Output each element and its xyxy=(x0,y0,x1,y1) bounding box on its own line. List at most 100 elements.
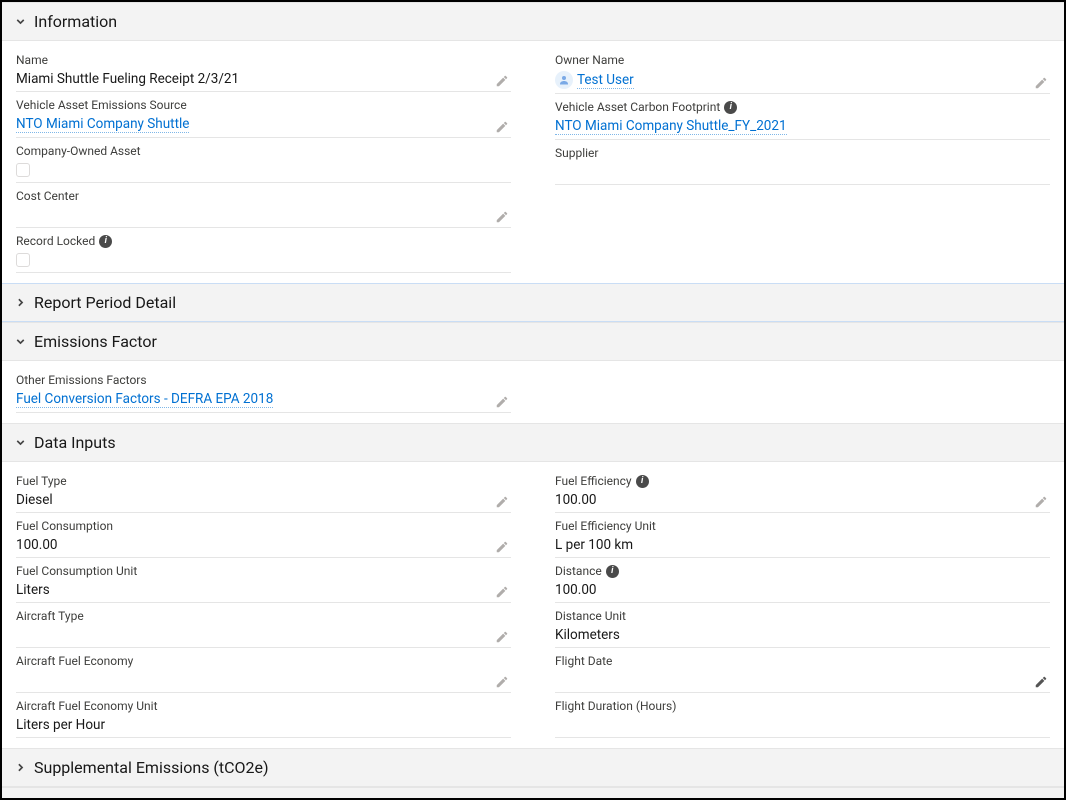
section-body-emissions-factor: Other Emissions Factors Fuel Conversion … xyxy=(2,361,1064,423)
value-cost-center xyxy=(16,205,511,225)
label-carbon-footprint: Vehicle Asset Carbon Footprint xyxy=(555,100,720,114)
label-distance: Distance xyxy=(555,564,602,578)
pencil-icon[interactable] xyxy=(495,675,509,689)
field-fuel-efficiency[interactable]: Fuel Efficiency i 100.00 xyxy=(555,474,1050,513)
link-other-emissions-factors[interactable]: Fuel Conversion Factors - DEFRA EPA 2018 xyxy=(16,391,273,408)
field-fuel-efficiency-unit[interactable]: Fuel Efficiency Unit L per 100 km xyxy=(555,519,1050,558)
value-flight-duration xyxy=(555,715,1050,735)
section-title: Supplemental Emissions (tCO2e) xyxy=(34,758,269,777)
label-fuel-efficiency-unit: Fuel Efficiency Unit xyxy=(555,519,1050,533)
section-title: Report Period Detail xyxy=(34,293,176,312)
pencil-icon[interactable] xyxy=(495,120,509,134)
label-other-emissions-factors: Other Emissions Factors xyxy=(16,373,511,387)
info-left-column: Name Miami Shuttle Fueling Receipt 2/3/2… xyxy=(16,47,511,273)
checkbox-record-locked[interactable] xyxy=(16,253,30,267)
field-aircraft-economy[interactable]: Aircraft Fuel Economy xyxy=(16,654,511,693)
value-supplier xyxy=(555,162,1050,182)
chevron-right-icon xyxy=(12,760,28,776)
field-cost-center[interactable]: Cost Center xyxy=(16,189,511,228)
pencil-icon[interactable] xyxy=(495,74,509,88)
label-supplier: Supplier xyxy=(555,146,1050,160)
field-carbon-footprint[interactable]: Vehicle Asset Carbon Footprint i NTO Mia… xyxy=(555,100,1050,140)
section-title: Data Inputs xyxy=(34,433,116,452)
field-fuel-consumption[interactable]: Fuel Consumption 100.00 xyxy=(16,519,511,558)
chevron-down-icon xyxy=(12,334,28,350)
field-record-locked[interactable]: Record Locked i xyxy=(16,234,511,273)
value-aircraft-economy-unit: Liters per Hour xyxy=(16,715,511,735)
field-company-owned[interactable]: Company-Owned Asset xyxy=(16,144,511,183)
avatar-icon xyxy=(555,71,573,89)
chevron-down-icon xyxy=(12,14,28,30)
value-distance: 100.00 xyxy=(555,580,1050,600)
label-fuel-consumption: Fuel Consumption xyxy=(16,519,511,533)
field-flight-date[interactable]: Flight Date xyxy=(555,654,1050,693)
label-aircraft-economy-unit: Aircraft Fuel Economy Unit xyxy=(16,699,511,713)
link-owner-name[interactable]: Test User xyxy=(577,72,634,89)
record-detail-page: Information Name Miami Shuttle Fueling R… xyxy=(0,0,1066,800)
field-distance[interactable]: Distance i 100.00 xyxy=(555,564,1050,603)
data-inputs-right-column: Fuel Efficiency i 100.00 Fuel Efficiency… xyxy=(555,468,1050,738)
pencil-icon[interactable] xyxy=(1034,495,1048,509)
section-title: Emissions Factor xyxy=(34,332,157,351)
section-header-supplemental[interactable]: Supplemental Emissions (tCO2e) xyxy=(2,748,1064,787)
field-supplier[interactable]: Supplier xyxy=(555,146,1050,185)
label-name: Name xyxy=(16,53,511,67)
label-record-locked: Record Locked xyxy=(16,234,95,248)
field-name[interactable]: Name Miami Shuttle Fueling Receipt 2/3/2… xyxy=(16,53,511,92)
section-header-emissions-factor[interactable]: Emissions Factor xyxy=(2,322,1064,361)
label-vehicle-source: Vehicle Asset Emissions Source xyxy=(16,98,511,112)
field-owner-name[interactable]: Owner Name Test User xyxy=(555,53,1050,94)
value-fuel-type: Diesel xyxy=(16,490,511,510)
field-other-emissions-factors[interactable]: Other Emissions Factors Fuel Conversion … xyxy=(16,373,511,413)
section-body-data-inputs: Fuel Type Diesel Fuel Consumption 100.00… xyxy=(2,462,1064,748)
field-flight-duration[interactable]: Flight Duration (Hours) xyxy=(555,699,1050,738)
section-header-information[interactable]: Information xyxy=(2,2,1064,41)
link-vehicle-source[interactable]: NTO Miami Company Shuttle xyxy=(16,116,189,133)
value-aircraft-economy xyxy=(16,670,511,690)
section-body-information: Name Miami Shuttle Fueling Receipt 2/3/2… xyxy=(2,41,1064,283)
info-icon[interactable]: i xyxy=(99,235,112,248)
field-distance-unit[interactable]: Distance Unit Kilometers xyxy=(555,609,1050,648)
pencil-icon[interactable] xyxy=(495,210,509,224)
label-cost-center: Cost Center xyxy=(16,189,511,203)
checkbox-company-owned[interactable] xyxy=(16,163,30,177)
label-owner-name: Owner Name xyxy=(555,53,1050,67)
label-company-owned: Company-Owned Asset xyxy=(16,144,511,158)
section-header-data-inputs[interactable]: Data Inputs xyxy=(2,423,1064,462)
info-icon[interactable]: i xyxy=(724,101,737,114)
value-name: Miami Shuttle Fueling Receipt 2/3/21 xyxy=(16,69,511,89)
pencil-icon[interactable] xyxy=(495,395,509,409)
value-fuel-consumption: 100.00 xyxy=(16,535,511,555)
section-header-calculated[interactable]: Calculated Fields xyxy=(2,787,1064,800)
field-fuel-type[interactable]: Fuel Type Diesel xyxy=(16,474,511,513)
field-aircraft-type[interactable]: Aircraft Type xyxy=(16,609,511,648)
pencil-icon[interactable] xyxy=(1034,675,1048,689)
value-fuel-efficiency: 100.00 xyxy=(555,490,1050,510)
field-aircraft-economy-unit[interactable]: Aircraft Fuel Economy Unit Liters per Ho… xyxy=(16,699,511,738)
label-fuel-efficiency: Fuel Efficiency xyxy=(555,474,632,488)
info-icon[interactable]: i xyxy=(606,565,619,578)
pencil-icon[interactable] xyxy=(495,540,509,554)
field-fuel-consumption-unit[interactable]: Fuel Consumption Unit Liters xyxy=(16,564,511,603)
data-inputs-left-column: Fuel Type Diesel Fuel Consumption 100.00… xyxy=(16,468,511,738)
value-distance-unit: Kilometers xyxy=(555,625,1050,645)
field-vehicle-source[interactable]: Vehicle Asset Emissions Source NTO Miami… xyxy=(16,98,511,138)
label-flight-duration: Flight Duration (Hours) xyxy=(555,699,1050,713)
value-fuel-efficiency-unit: L per 100 km xyxy=(555,535,1050,555)
section-header-report-period[interactable]: Report Period Detail xyxy=(2,283,1064,322)
value-flight-date xyxy=(555,670,1050,690)
label-fuel-type: Fuel Type xyxy=(16,474,511,488)
label-distance-unit: Distance Unit xyxy=(555,609,1050,623)
value-fuel-consumption-unit: Liters xyxy=(16,580,511,600)
label-aircraft-economy: Aircraft Fuel Economy xyxy=(16,654,511,668)
info-icon[interactable]: i xyxy=(636,475,649,488)
link-carbon-footprint[interactable]: NTO Miami Company Shuttle_FY_2021 xyxy=(555,118,787,135)
info-right-column: Owner Name Test User Vehicle xyxy=(555,47,1050,273)
pencil-icon[interactable] xyxy=(1034,76,1048,90)
label-flight-date: Flight Date xyxy=(555,654,1050,668)
pencil-icon[interactable] xyxy=(495,630,509,644)
pencil-icon[interactable] xyxy=(495,495,509,509)
section-title: Information xyxy=(34,12,117,31)
label-aircraft-type: Aircraft Type xyxy=(16,609,511,623)
pencil-icon[interactable] xyxy=(495,585,509,599)
